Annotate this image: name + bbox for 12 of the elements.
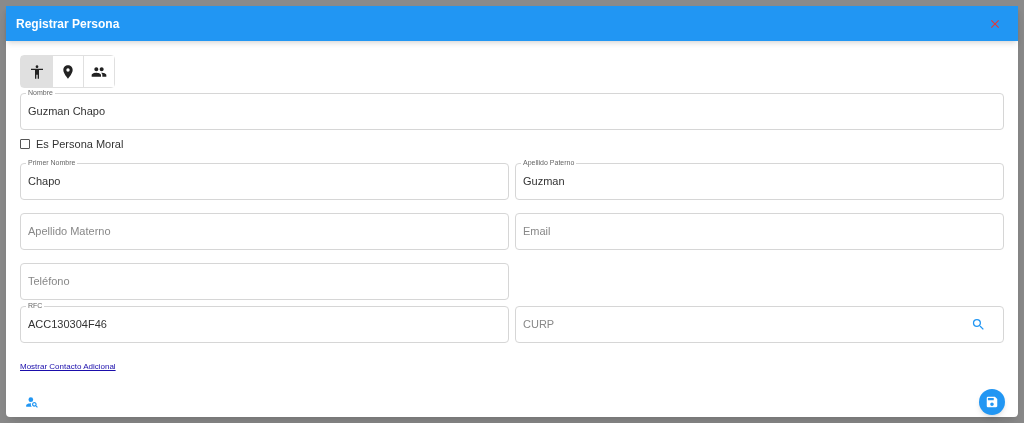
checkbox-label: Es Persona Moral xyxy=(36,137,124,152)
save-button[interactable] xyxy=(979,388,1005,415)
additional-contact-link[interactable]: Mostrar Contacto Adicional xyxy=(20,360,116,373)
save-icon xyxy=(985,394,999,409)
location-pin-icon xyxy=(60,63,76,80)
dialog-title: Registrar Persona xyxy=(16,15,121,33)
person-icon xyxy=(28,63,45,80)
person-search-icon[interactable] xyxy=(25,394,39,409)
tab[interactable] xyxy=(21,56,52,87)
checkbox[interactable] xyxy=(20,139,30,150)
search-icon[interactable] xyxy=(971,316,986,332)
tab[interactable] xyxy=(83,56,114,87)
